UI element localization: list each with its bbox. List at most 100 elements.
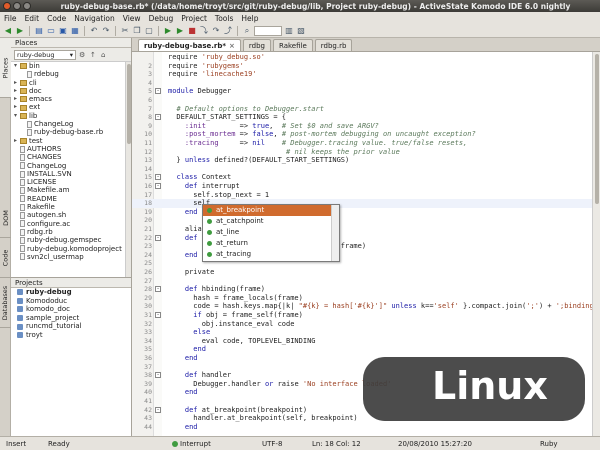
project-item[interactable]: sample_project — [11, 314, 131, 323]
tree-item[interactable]: rdebug — [11, 70, 131, 78]
layout-icon[interactable]: ▧ — [296, 26, 306, 36]
menu-file[interactable]: File — [4, 14, 17, 23]
project-item[interactable]: troyt — [11, 331, 131, 340]
tab-databases[interactable]: Databases — [0, 278, 11, 328]
search-icon[interactable]: ⌕ — [242, 26, 252, 36]
tree-item[interactable]: rdbg.rb — [11, 228, 131, 236]
tree-item[interactable]: ChangeLog — [11, 162, 131, 170]
step-out-icon[interactable]: ⤴ — [223, 26, 233, 36]
project-item[interactable]: komodo_doc — [11, 305, 131, 314]
autocomplete-item[interactable]: at_line — [203, 227, 331, 238]
autocomplete-scrollbar[interactable] — [331, 205, 339, 261]
fold-toggle-icon[interactable]: - — [155, 372, 161, 379]
fold-toggle-icon[interactable]: - — [155, 406, 161, 413]
run-icon[interactable]: ▶ — [163, 26, 173, 36]
menu-tools[interactable]: Tools — [215, 14, 233, 23]
save-icon[interactable]: ▣ — [58, 26, 68, 36]
tree-item[interactable]: ruby-debug-base.rb — [11, 128, 131, 136]
cut-icon[interactable]: ✂ — [120, 26, 130, 36]
debug-go-icon[interactable]: ▶ — [175, 26, 185, 36]
editor-tab[interactable]: rdbg — [242, 39, 271, 51]
file-icon — [20, 195, 25, 203]
paste-icon[interactable]: ▢ — [144, 26, 154, 36]
tab-code[interactable]: Code — [0, 238, 11, 278]
tree-item[interactable]: Makefile.am — [11, 186, 131, 194]
fold-toggle-icon[interactable]: - — [155, 234, 161, 241]
tree-item[interactable]: svn2cl_usermap — [11, 253, 131, 261]
places-scroll-thumb[interactable] — [127, 64, 131, 144]
tree-item[interactable]: ▸ emacs — [11, 95, 131, 103]
step-in-icon[interactable]: ⤵ — [199, 26, 209, 36]
tree-item[interactable]: ruby-debug.komodoproject — [11, 245, 131, 253]
menu-view[interactable]: View — [123, 14, 141, 23]
forward-icon[interactable]: ▶ — [15, 26, 25, 36]
tree-item[interactable]: INSTALL.SVN — [11, 170, 131, 178]
tree-item[interactable]: autogen.sh — [11, 211, 131, 219]
tree-item[interactable]: CHANGES — [11, 153, 131, 161]
tree-item[interactable]: README — [11, 195, 131, 203]
editor-scrollbar[interactable] — [592, 52, 600, 436]
redo-icon[interactable]: ↷ — [101, 26, 111, 36]
project-item[interactable]: runcmd_tutorial — [11, 322, 131, 331]
copy-icon[interactable]: ❐ — [132, 26, 142, 36]
editor-tab[interactable]: Rakefile — [272, 39, 313, 51]
minimize-window-button[interactable] — [13, 2, 21, 10]
fold-toggle-icon[interactable]: - — [155, 183, 161, 189]
tree-item[interactable]: LICENSE — [11, 178, 131, 186]
fold-toggle-icon[interactable]: - — [155, 312, 161, 318]
tree-item[interactable]: ▾ bin — [11, 62, 131, 70]
new-file-icon[interactable]: ▤ — [34, 26, 44, 36]
fold-toggle-icon[interactable]: - — [155, 88, 161, 95]
editor-tab[interactable]: ruby-debug-base.rb* × — [138, 39, 241, 51]
fold-toggle-icon[interactable]: - — [155, 114, 161, 121]
status-language[interactable]: Ruby — [540, 440, 558, 448]
close-icon[interactable]: × — [229, 40, 235, 52]
home-icon[interactable]: ⌂ — [101, 51, 109, 59]
places-scrollbar[interactable] — [125, 62, 131, 277]
menu-debug[interactable]: Debug — [149, 14, 174, 23]
autocomplete-item[interactable]: at_breakpoint — [203, 205, 331, 216]
code-text: end — [184, 422, 198, 431]
maximize-window-button[interactable] — [23, 2, 31, 10]
autocomplete-item[interactable]: at_catchpoint — [203, 216, 331, 227]
status-encoding[interactable]: UTF-8 — [262, 440, 282, 448]
undo-icon[interactable]: ↶ — [89, 26, 99, 36]
step-over-icon[interactable]: ↷ — [211, 26, 221, 36]
menu-navigation[interactable]: Navigation — [74, 14, 114, 23]
tab-places[interactable]: Places — [0, 38, 11, 98]
close-window-button[interactable] — [3, 2, 11, 10]
open-file-icon[interactable]: ▭ — [46, 26, 56, 36]
gear-icon[interactable]: ⚙ — [79, 51, 87, 59]
tree-item[interactable]: ▸ test — [11, 137, 131, 145]
toolbox-icon[interactable]: ▥ — [284, 26, 294, 36]
line-number: 26 — [144, 268, 152, 276]
tree-item[interactable]: configure.ac — [11, 220, 131, 228]
project-item[interactable]: Komododuc — [11, 297, 131, 306]
autocomplete-item[interactable]: at_tracing — [203, 249, 331, 260]
tree-item[interactable]: ▾ lib — [11, 112, 131, 120]
tree-item[interactable]: ▸ doc — [11, 87, 131, 95]
editor-scroll-thumb[interactable] — [595, 54, 599, 204]
tree-item[interactable]: ▸ ext — [11, 103, 131, 111]
find-combo[interactable] — [254, 25, 282, 36]
tree-item[interactable]: ruby-debug.gemspec — [11, 236, 131, 244]
autocomplete-item[interactable]: at_return — [203, 238, 331, 249]
menu-help[interactable]: Help — [241, 14, 258, 23]
tree-item[interactable]: Rakefile — [11, 203, 131, 211]
menu-edit[interactable]: Edit — [25, 14, 40, 23]
fold-toggle-icon[interactable]: - — [155, 286, 161, 293]
menu-project[interactable]: Project — [181, 14, 207, 23]
up-folder-icon[interactable]: ↑ — [90, 51, 98, 59]
places-root-combo[interactable]: ruby-debug ▾ — [14, 49, 76, 60]
editor-tab[interactable]: rdbg.rb — [314, 39, 353, 51]
tab-dom[interactable]: DOM — [0, 198, 11, 238]
fold-toggle-icon[interactable]: - — [155, 174, 161, 181]
project-item[interactable]: ruby-debug — [11, 288, 131, 297]
stop-icon[interactable]: ■ — [187, 26, 197, 36]
tree-item[interactable]: ▸ cli — [11, 79, 131, 87]
menu-code[interactable]: Code — [47, 14, 66, 23]
save-all-icon[interactable]: ▦ — [70, 26, 80, 36]
tree-item[interactable]: AUTHORS — [11, 145, 131, 153]
back-icon[interactable]: ◀ — [3, 26, 13, 36]
tree-item[interactable]: ChangeLog — [11, 120, 131, 128]
